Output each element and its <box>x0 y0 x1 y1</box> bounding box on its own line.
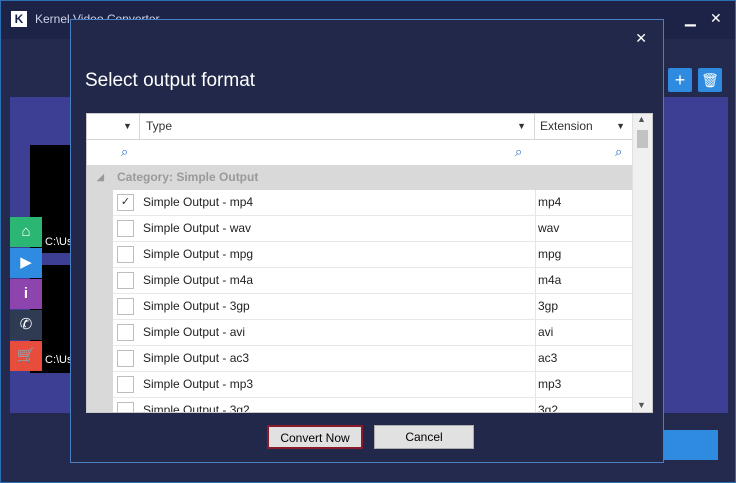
minimize-button[interactable]: ▁ <box>685 10 696 27</box>
search-icon[interactable]: ⌕ <box>615 144 622 160</box>
extension-column-header[interactable]: Extension ▼ <box>535 114 634 139</box>
row-checkbox[interactable] <box>117 350 134 367</box>
side-nav: ⌂ ▶ i ✆ 🛒 <box>10 217 42 372</box>
table-row[interactable]: Simple Output - ac3 ac3 <box>87 346 634 372</box>
row-type: Simple Output - 3gp <box>143 299 250 313</box>
vertical-scrollbar[interactable]: ▲ ▼ <box>632 114 652 412</box>
dialog-title: Select output format <box>85 70 256 91</box>
search-icon[interactable]: ⌕ <box>515 144 522 160</box>
row-indent <box>87 372 113 398</box>
table-row[interactable]: Simple Output - wav wav <box>87 216 634 242</box>
row-checkbox[interactable] <box>117 220 134 237</box>
grid-header: ▼ Type ▼ Extension ▼ <box>87 114 634 140</box>
chevron-down-icon[interactable]: ▼ <box>616 114 625 139</box>
category-group-row[interactable]: ◢ Category: Simple Output <box>87 165 634 190</box>
row-checkbox[interactable] <box>117 272 134 289</box>
row-checkbox[interactable] <box>117 246 134 263</box>
row-type: Simple Output - mp3 <box>143 377 254 391</box>
select-format-dialog: ✕ Select output format ▼ Type ▼ Extensio… <box>70 19 664 463</box>
delete-icon[interactable]: 🗑 <box>698 68 722 92</box>
row-extension: m4a <box>535 268 637 293</box>
format-rows: ✓ Simple Output - mp4 mp4 Simple Output … <box>87 190 637 413</box>
row-indent <box>87 190 113 216</box>
row-extension: ac3 <box>535 346 637 371</box>
table-row[interactable]: Simple Output - 3gp 3gp <box>87 294 634 320</box>
search-icon[interactable]: ⌕ <box>121 144 128 160</box>
row-indent <box>87 268 113 294</box>
table-row[interactable]: Simple Output - mpg mpg <box>87 242 634 268</box>
scroll-down-icon[interactable]: ▼ <box>637 400 646 410</box>
format-grid: ▼ Type ▼ Extension ▼ ⌕ ⌕ ⌕ ◢ Category: S… <box>86 113 653 413</box>
home-icon[interactable]: ⌂ <box>10 217 42 247</box>
row-checkbox[interactable] <box>117 402 134 412</box>
row-indent <box>87 294 113 320</box>
cart-icon[interactable]: 🛒 <box>10 341 42 371</box>
chevron-down-icon[interactable]: ▼ <box>517 114 526 139</box>
row-extension: 3gp <box>535 294 637 319</box>
row-type: Simple Output - 3g2 <box>143 403 250 413</box>
row-extension: mpg <box>535 242 637 267</box>
table-row[interactable]: Simple Output - mp3 mp3 <box>87 372 634 398</box>
row-indent <box>87 242 113 268</box>
scroll-up-icon[interactable]: ▲ <box>637 114 646 124</box>
row-checkbox[interactable] <box>117 324 134 341</box>
category-label: Category: Simple Output <box>117 170 259 184</box>
filter-row: ⌕ ⌕ ⌕ <box>87 139 634 166</box>
row-extension: avi <box>535 320 637 345</box>
extension-column-label: Extension <box>540 119 593 133</box>
row-type: Simple Output - avi <box>143 325 246 339</box>
row-type: Simple Output - ac3 <box>143 351 250 365</box>
row-type: Simple Output - mp4 <box>143 195 254 209</box>
row-extension: wav <box>535 216 637 241</box>
select-column-header[interactable]: ▼ <box>87 114 140 139</box>
row-checkbox[interactable]: ✓ <box>117 194 134 211</box>
convert-now-button[interactable]: Convert Now <box>267 425 363 449</box>
cancel-button[interactable]: Cancel <box>374 425 474 449</box>
table-row[interactable]: ✓ Simple Output - mp4 mp4 <box>87 190 634 216</box>
dialog-close-icon[interactable]: ✕ <box>635 30 647 47</box>
row-type: Simple Output - mpg <box>143 247 254 261</box>
row-checkbox[interactable] <box>117 376 134 393</box>
collapse-icon[interactable]: ◢ <box>97 165 104 190</box>
row-indent <box>87 398 113 412</box>
app-logo-icon: K <box>10 10 28 28</box>
row-checkbox[interactable] <box>117 298 134 315</box>
info-icon[interactable]: i <box>10 279 42 309</box>
video-icon[interactable]: ▶ <box>10 248 42 278</box>
row-type: Simple Output - m4a <box>143 273 254 287</box>
close-button[interactable]: ✕ <box>710 10 722 27</box>
row-indent <box>87 320 113 346</box>
type-column-label: Type <box>146 119 173 133</box>
row-type: Simple Output - wav <box>143 221 252 235</box>
table-row[interactable]: Simple Output - avi avi <box>87 320 634 346</box>
chevron-down-icon[interactable]: ▼ <box>123 114 132 139</box>
table-row[interactable]: Simple Output - 3g2 3g2 <box>87 398 637 413</box>
row-extension: mp4 <box>535 190 637 215</box>
row-extension: mp3 <box>535 372 637 397</box>
toolbar: + 🗑 <box>665 65 729 97</box>
row-indent <box>87 216 113 242</box>
type-column-header[interactable]: Type ▼ <box>140 114 535 139</box>
file-path: C:\Us <box>45 354 73 366</box>
convert-button-main[interactable] <box>664 430 718 460</box>
phone-icon[interactable]: ✆ <box>10 310 42 340</box>
row-indent <box>87 346 113 372</box>
row-extension: 3g2 <box>535 398 637 412</box>
table-row[interactable]: Simple Output - m4a m4a <box>87 268 634 294</box>
add-icon[interactable]: + <box>668 68 692 92</box>
scroll-thumb[interactable] <box>637 130 648 148</box>
file-path: C:\Us <box>45 236 73 248</box>
